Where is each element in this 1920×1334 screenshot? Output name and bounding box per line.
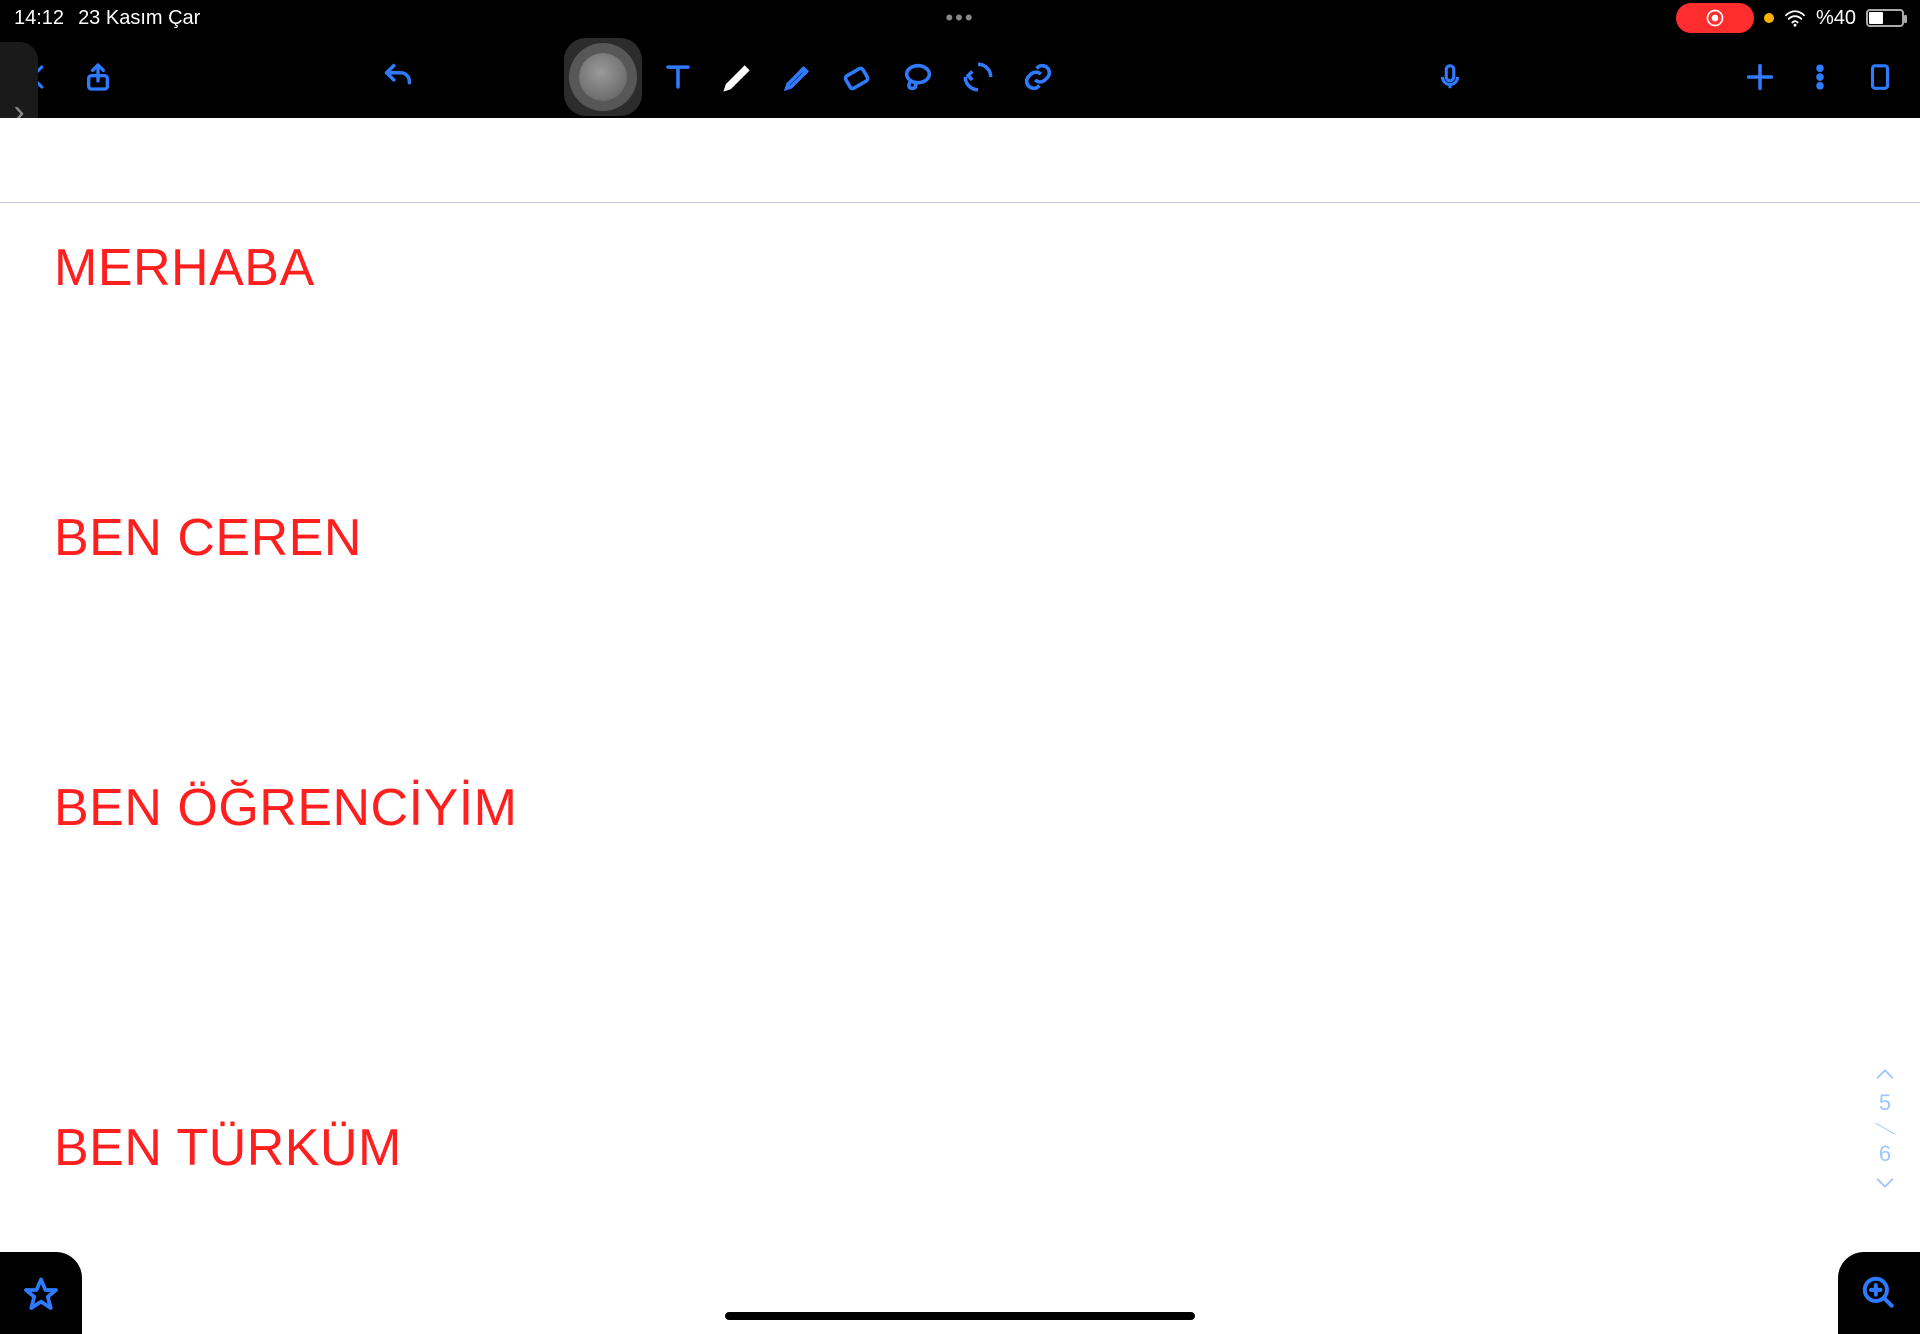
page-up-button[interactable] (1874, 1066, 1896, 1082)
app-toolbar (0, 36, 1920, 118)
page-rule-line (0, 202, 1920, 203)
mic-in-use-dot-icon (1764, 13, 1774, 23)
zoom-in-button[interactable] (1838, 1252, 1920, 1334)
status-bar: 14:12 23 Kasım Çar ••• %40 (0, 0, 1920, 36)
multitask-dots-icon[interactable]: ••• (945, 5, 974, 31)
text-tool-button[interactable] (648, 47, 708, 107)
page-navigator: 5 6 (1874, 1066, 1896, 1191)
page-down-button[interactable] (1874, 1175, 1896, 1191)
pen-tool-button[interactable] (708, 47, 768, 107)
undo-button[interactable] (368, 47, 428, 107)
link-tool-button[interactable] (1008, 47, 1068, 107)
note-canvas[interactable]: MERHABA BEN CEREN BEN ÖĞRENCİYİM BEN TÜR… (0, 118, 1920, 1334)
favorite-button[interactable] (0, 1252, 82, 1334)
microphone-button[interactable] (1420, 47, 1480, 107)
page-separator-icon (1875, 1123, 1895, 1135)
more-button[interactable] (1790, 47, 1850, 107)
home-indicator[interactable] (725, 1312, 1195, 1320)
lasso-tool-button[interactable] (888, 47, 948, 107)
note-line-2[interactable]: BEN CEREN (54, 508, 362, 568)
zoom-in-icon (1860, 1274, 1898, 1312)
wifi-icon (1784, 9, 1806, 27)
page-current[interactable]: 5 (1879, 1090, 1891, 1116)
eraser-tool-button[interactable] (828, 47, 888, 107)
star-icon (23, 1275, 59, 1311)
highlighter-tool-button[interactable] (768, 47, 828, 107)
note-line-3[interactable]: BEN ÖĞRENCİYİM (54, 778, 518, 838)
note-line-4[interactable]: BEN TÜRKÜM (54, 1118, 402, 1178)
note-line-1[interactable]: MERHABA (54, 238, 315, 298)
battery-percent: %40 (1816, 7, 1856, 30)
status-date: 23 Kasım Çar (78, 7, 200, 30)
pages-button[interactable] (1850, 47, 1910, 107)
share-button[interactable] (68, 47, 128, 107)
status-time: 14:12 (14, 7, 64, 30)
page-total[interactable]: 6 (1879, 1141, 1891, 1167)
assistive-touch-button[interactable] (564, 38, 642, 116)
add-button[interactable] (1730, 47, 1790, 107)
battery-icon (1866, 9, 1904, 27)
shape-tool-button[interactable] (948, 47, 1008, 107)
screen-recording-indicator[interactable] (1676, 3, 1754, 33)
